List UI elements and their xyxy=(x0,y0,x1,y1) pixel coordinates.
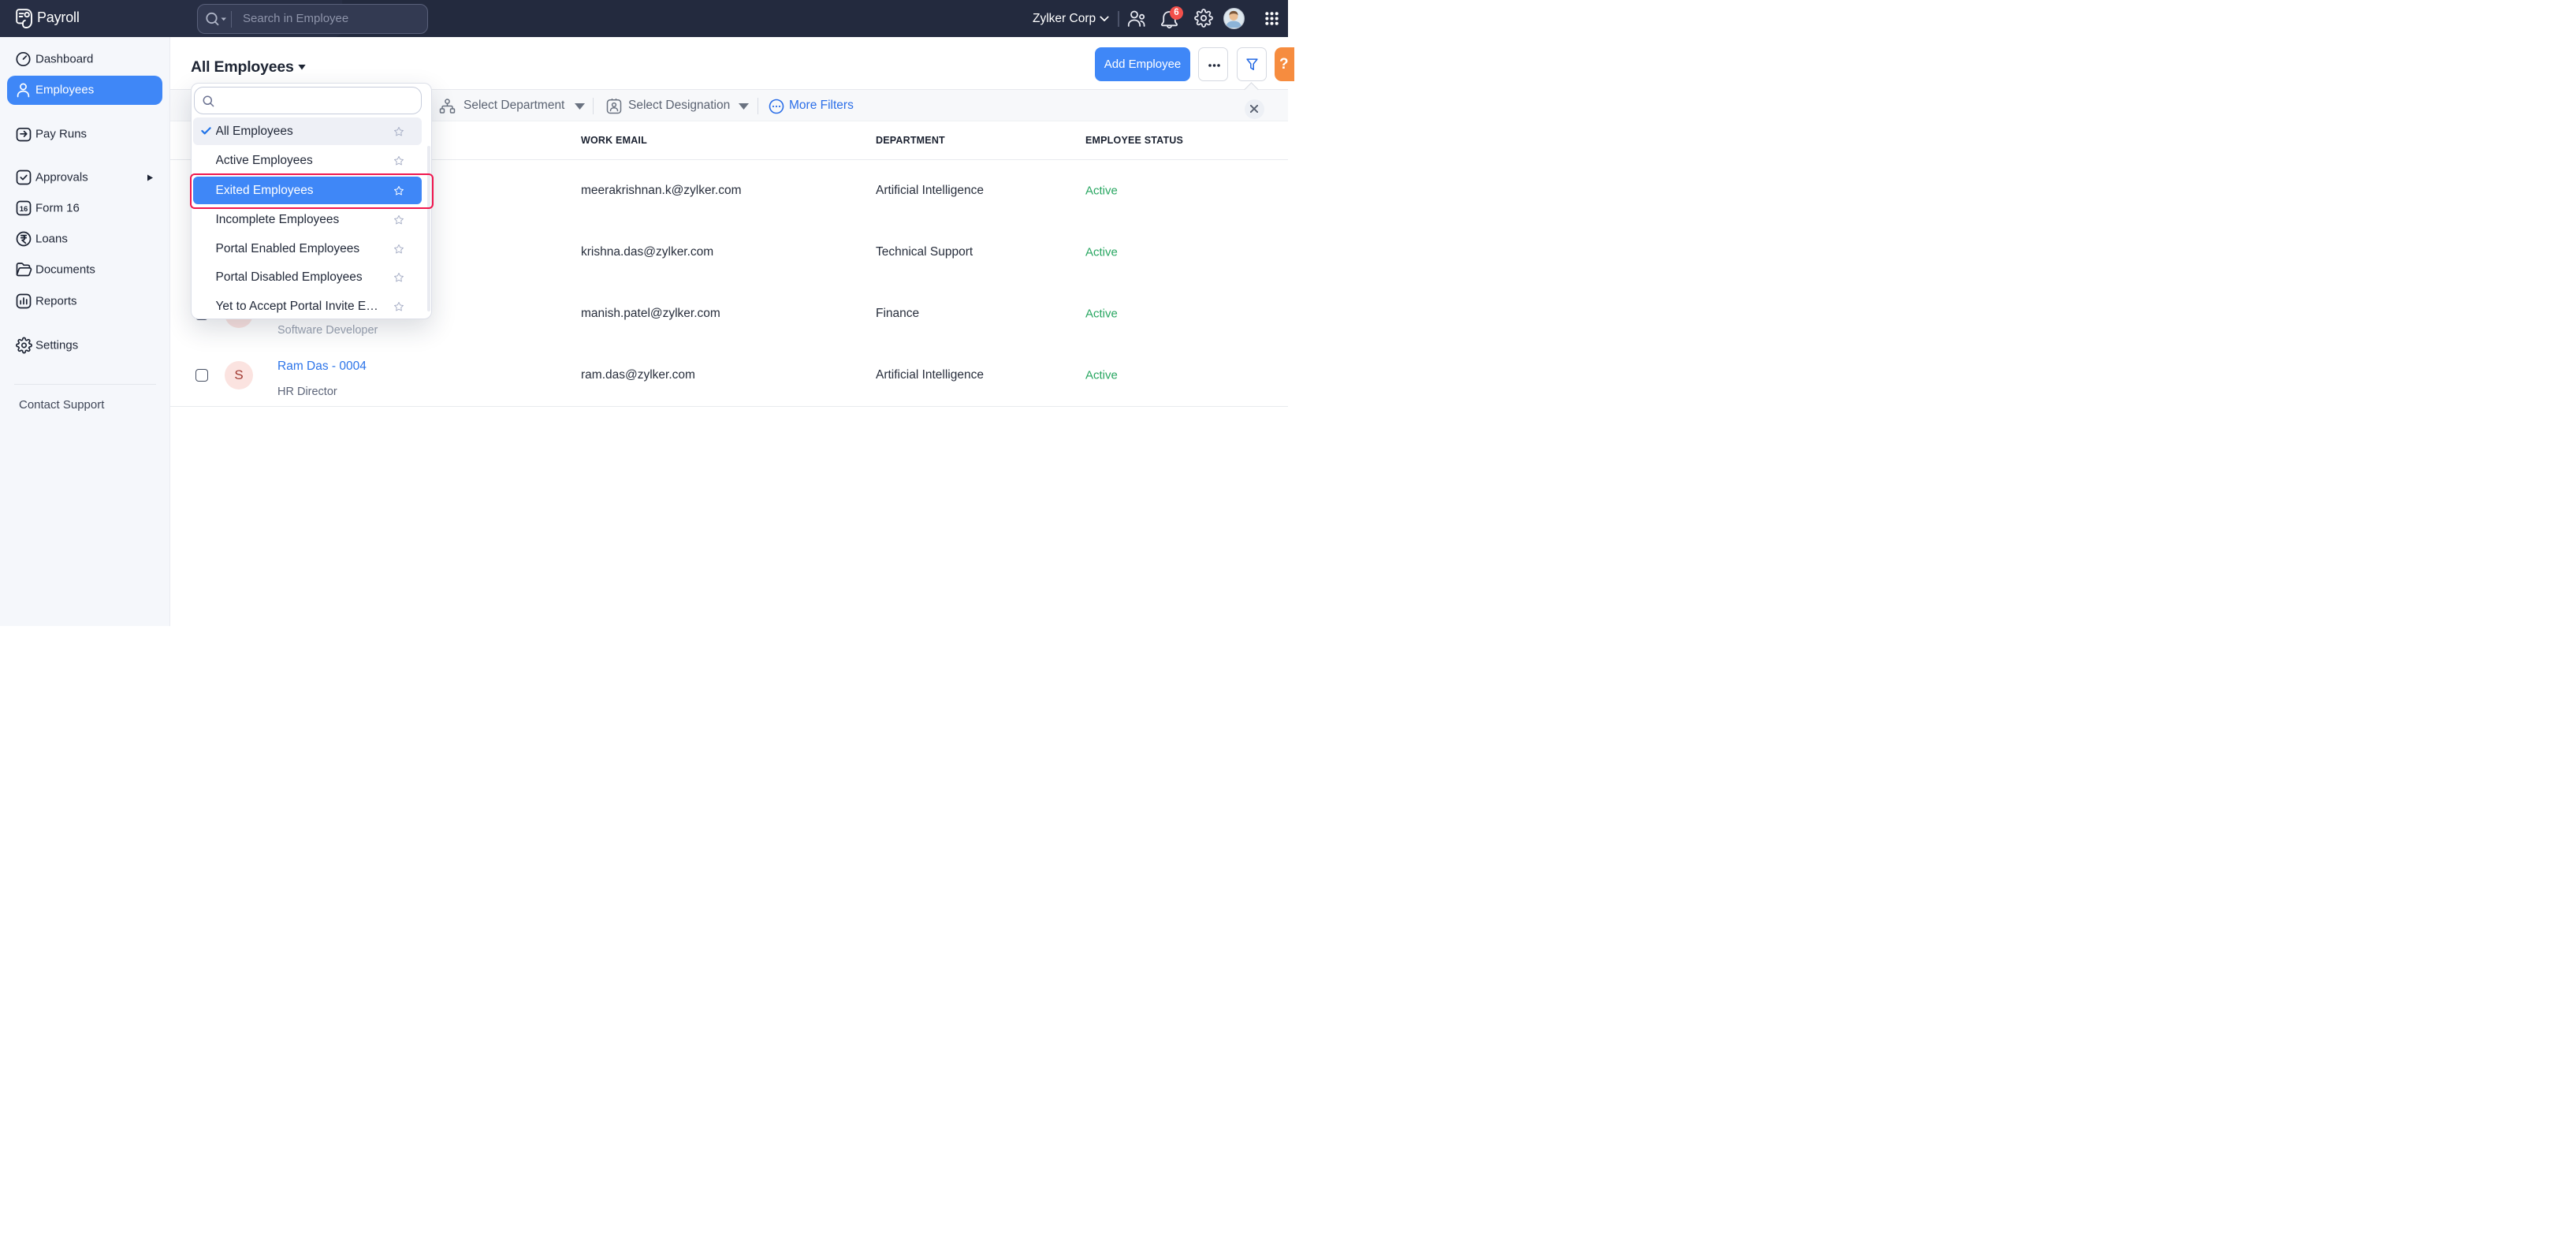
svg-text:16: 16 xyxy=(20,205,28,214)
